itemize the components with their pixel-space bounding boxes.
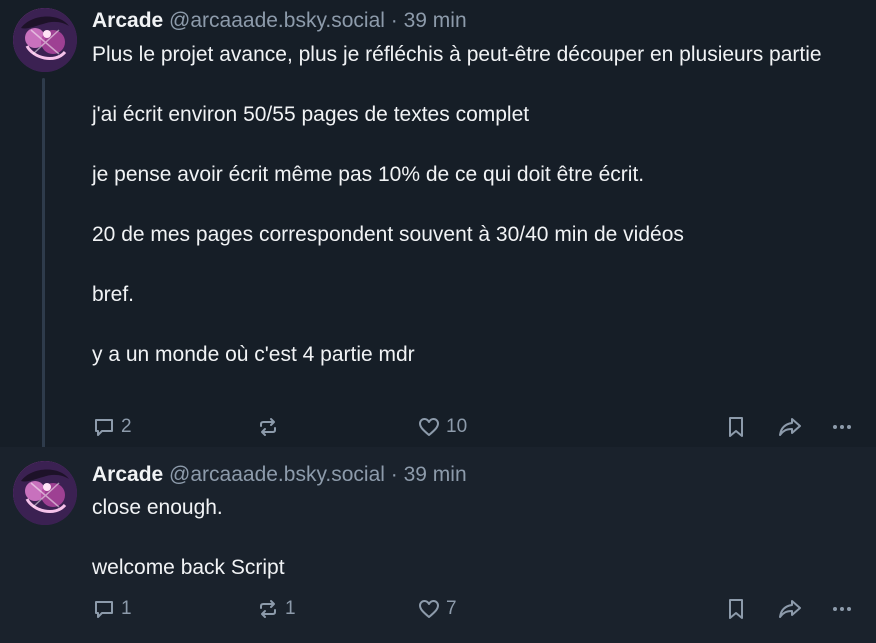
bookmark-icon (729, 599, 743, 619)
reply-button[interactable]: 1 (92, 594, 132, 624)
heart-icon (419, 600, 439, 618)
post-2[interactable]: Arcade @arcaaade.bsky.social · 39 min cl… (0, 447, 876, 643)
bookmark-button[interactable] (724, 594, 748, 624)
repost-count: 1 (285, 598, 296, 619)
post-text: close enough. welcome back Script (92, 493, 862, 583)
bookmark-icon (729, 417, 743, 437)
like-count: 7 (446, 598, 457, 619)
share-arrow-icon (779, 600, 801, 618)
like-button[interactable]: 10 (417, 412, 467, 442)
author-name[interactable]: Arcade (92, 463, 163, 486)
separator: · (390, 463, 398, 486)
heart-icon (419, 418, 439, 436)
more-options-button[interactable] (830, 412, 854, 442)
post-1[interactable]: Arcade @arcaaade.bsky.social · 39 min Pl… (0, 0, 876, 450)
author-handle[interactable]: @arcaaade.bsky.social (169, 9, 385, 32)
post-paragraph: close enough. (92, 496, 223, 519)
repost-button[interactable]: 1 (256, 594, 296, 624)
speech-bubble-icon (95, 601, 113, 618)
like-count: 10 (446, 416, 468, 437)
post-actions: 1 1 7 (92, 594, 862, 624)
share-button[interactable] (777, 594, 803, 624)
author-handle[interactable]: @arcaaade.bsky.social (169, 463, 385, 486)
post-paragraph: Plus le projet avance, plus je réfléchis… (92, 43, 822, 66)
repost-button[interactable] (256, 412, 285, 442)
bookmark-button[interactable] (724, 412, 748, 442)
thread-line (42, 78, 45, 450)
timestamp[interactable]: 39 min (404, 463, 467, 486)
avatar[interactable] (13, 8, 77, 72)
like-button[interactable]: 7 (417, 594, 457, 624)
post-paragraph: welcome back Script (92, 556, 285, 579)
post-header: Arcade @arcaaade.bsky.social · 39 min (92, 8, 467, 34)
post-paragraph: j'ai écrit environ 50/55 pages de textes… (92, 103, 530, 126)
ellipsis-icon (833, 425, 851, 429)
repost-arrows-icon (260, 600, 276, 618)
post-actions: 2 10 (92, 412, 862, 442)
post-paragraph: je pense avoir écrit même pas 10% de ce … (92, 163, 645, 186)
reply-count: 1 (121, 598, 132, 619)
post-paragraph: 20 de mes pages correspondent souvent à … (92, 223, 684, 246)
author-name[interactable]: Arcade (92, 9, 163, 32)
separator: · (390, 9, 398, 32)
speech-bubble-icon (95, 419, 113, 436)
post-text: Plus le projet avance, plus je réfléchis… (92, 40, 862, 370)
repost-arrows-icon (260, 418, 276, 436)
timestamp[interactable]: 39 min (404, 9, 467, 32)
share-arrow-icon (779, 418, 801, 436)
avatar-image (13, 461, 77, 525)
avatar[interactable] (13, 461, 77, 525)
reply-count: 2 (121, 416, 132, 437)
share-button[interactable] (777, 412, 803, 442)
avatar-image (13, 8, 77, 72)
post-paragraph: y a un monde où c'est 4 partie mdr (92, 343, 415, 366)
more-options-button[interactable] (830, 594, 854, 624)
post-header: Arcade @arcaaade.bsky.social · 39 min (92, 462, 467, 488)
ellipsis-icon (833, 607, 851, 611)
post-paragraph: bref. (92, 283, 135, 306)
reply-button[interactable]: 2 (92, 412, 132, 442)
